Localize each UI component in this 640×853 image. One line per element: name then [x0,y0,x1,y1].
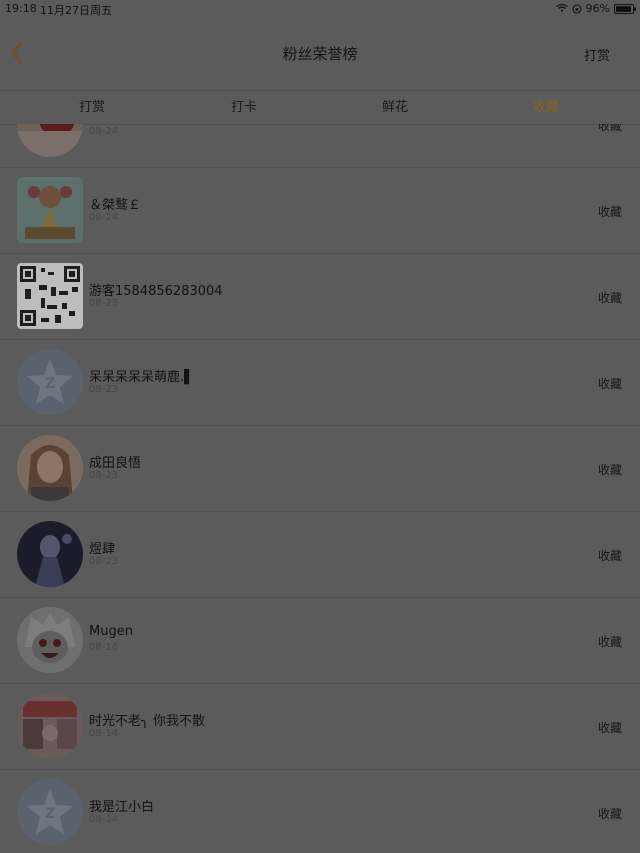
tab-reward[interactable]: 打赏 [12,91,172,124]
avatar [17,693,83,759]
favorite-label: 收藏 [597,721,622,735]
battery-icon [614,3,636,14]
fans-list: 08-24 收藏 ＆桀骜￡ 08-24 收藏 游客1584856283004 0… [0,124,640,853]
list-item[interactable]: 成田良悟 08-23 收藏 [0,425,640,512]
fan-name: Mugen [89,624,133,639]
list-item[interactable]: Z 呆呆呆呆呆萌鹿.▌ 08-23 收藏 [0,339,640,426]
battery-fill [616,5,632,12]
fan-name: 游客1584856283004 [89,284,223,299]
fan-name: 我是江小白 [89,800,155,815]
fan-date: 08-23 [89,470,119,481]
fan-name: 成田良悟 [89,456,142,471]
favorite-label: 收藏 [597,377,622,391]
tab-flowers[interactable]: 鲜花 [315,91,475,124]
fan-date: 08-23 [89,384,119,395]
nav-bar: 粉丝荣誉榜 打赏 [0,18,640,90]
reward-button[interactable]: 打赏 [584,45,610,64]
fan-date: 08-14 [89,728,119,739]
fan-name: 时光不老╮ 你我不散 [89,714,205,729]
tab-bar: 打赏 打卡 鲜花 收藏 [0,90,640,125]
favorite-label: 收藏 [597,291,622,305]
fan-date: 08-16 [89,642,119,653]
fan-date: 08-23 [89,298,119,309]
status-date: 11月27日周五 [40,4,112,17]
favorite-label: 收藏 [597,463,622,477]
avatar [17,435,83,501]
qr-code-avatar [17,263,83,329]
default-avatar: Z [17,779,83,845]
list-item[interactable]: 08-24 收藏 [0,124,640,168]
avatar [17,124,83,157]
list-item[interactable]: 煜肆 08-23 收藏 [0,511,640,598]
list-item[interactable]: ＆桀骜￡ 08-24 收藏 [0,167,640,254]
fan-date: 08-23 [89,556,119,567]
avatar [17,177,83,243]
battery-percent: 96% [585,2,610,15]
fan-date: 08-24 [89,126,119,137]
fan-name: 煜肆 [89,542,116,557]
avatar [17,521,83,587]
avatar [17,607,83,673]
svg-text:Z: Z [45,376,55,392]
status-indicators: 96% [555,2,636,15]
fan-name: 呆呆呆呆呆萌鹿.▌ [89,370,195,385]
fan-name: ＆桀骜￡ [89,198,142,213]
favorite-label: 收藏 [597,124,622,133]
tab-checkin[interactable]: 打卡 [164,91,324,124]
favorite-label: 收藏 [597,549,622,563]
favorite-label: 收藏 [597,205,622,219]
svg-text:Z: Z [45,806,55,822]
status-bar: 19:18 11月27日周五 96% [0,0,640,18]
favorite-label: 收藏 [597,807,622,821]
tab-favorites[interactable]: 收藏 [466,91,626,124]
list-item[interactable]: 游客1584856283004 08-23 收藏 [0,253,640,340]
list-item[interactable]: 时光不老╮ 你我不散 08-14 收藏 [0,683,640,770]
list-item[interactable]: Z 我是江小白 08-14 收藏 [0,769,640,853]
page-title: 粉丝荣誉榜 [282,45,358,63]
status-time: 19:18 [5,2,37,15]
orientation-lock-icon [571,3,582,14]
favorite-label: 收藏 [597,635,622,649]
fan-date: 08-14 [89,814,119,825]
list-item[interactable]: Mugen 08-16 收藏 [0,597,640,684]
wifi-icon [555,4,568,12]
default-avatar: Z [17,349,83,415]
fan-date: 08-24 [89,212,119,223]
